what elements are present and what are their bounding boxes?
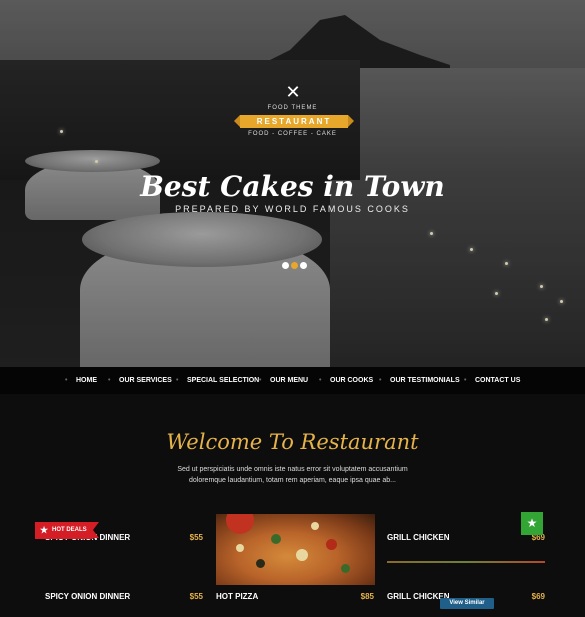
- menu-item-name: HOT PIZZA: [216, 592, 259, 601]
- nav-item-our-cooks[interactable]: OUR COOKS: [319, 367, 373, 394]
- nav-item-special-selection[interactable]: SPECIAL SELECTION: [176, 367, 259, 394]
- food-theme-label: FOOD THEME: [267, 105, 318, 111]
- hero-subtitle: PREPARED BY WORLD FAMOUS COOKS: [175, 204, 410, 214]
- nav-item-home[interactable]: HOME: [65, 367, 97, 394]
- hero-title: Best Cakes in Town: [140, 170, 445, 203]
- slider-dots: [282, 262, 312, 270]
- welcome-title: Welcome To Restaurant: [166, 430, 419, 454]
- pizza-image[interactable]: [216, 514, 375, 585]
- slider-dot[interactable]: [300, 262, 307, 269]
- pizza-topping: [341, 564, 350, 573]
- menu-item-price: $85: [360, 592, 374, 601]
- nav-item-our-testimonials[interactable]: OUR TESTIMONIALS: [379, 367, 460, 394]
- nav-item-our-services[interactable]: OUR SERVICES: [108, 367, 172, 394]
- menu-item[interactable]: SPICY ONION DINNER $55: [45, 592, 203, 604]
- hot-deals-label: HOT DEALS: [52, 527, 87, 533]
- pizza-topping: [226, 514, 254, 534]
- pizza-topping: [236, 544, 244, 552]
- pizza-topping: [256, 559, 265, 568]
- rating-bar: [387, 561, 545, 563]
- star-icon: ★: [40, 525, 49, 535]
- nav-item-our-menu[interactable]: OUR MENU: [259, 367, 308, 394]
- crossed-utensils-icon: ✕: [285, 82, 301, 102]
- menu-item[interactable]: HOT PIZZA $85: [216, 592, 374, 604]
- menu-item-price: $55: [189, 533, 203, 542]
- pizza-topping: [326, 539, 337, 550]
- nav-item-contact-us[interactable]: CONTACT US: [464, 367, 520, 394]
- hero-banner: ✕ FOOD THEME RESTAURANT FOOD - COFFEE - …: [0, 0, 585, 367]
- slider-dot[interactable]: [282, 262, 289, 269]
- main-nav: HOME OUR SERVICES SPECIAL SELECTION OUR …: [0, 367, 585, 394]
- view-similar-button[interactable]: View Similar: [440, 598, 494, 609]
- menu-item-price: $69: [531, 592, 545, 601]
- pizza-topping: [296, 549, 308, 561]
- star-icon[interactable]: ★: [521, 512, 543, 535]
- pizza-topping: [311, 522, 319, 530]
- slider-dot-active[interactable]: [291, 262, 298, 269]
- menu-item-name: GRILL CHICKEN: [387, 533, 450, 542]
- menu-item-price: $55: [189, 592, 203, 601]
- pizza-topping: [271, 534, 281, 544]
- menu-item-name: SPICY ONION DINNER: [45, 592, 131, 601]
- rating-bar-fill: [387, 561, 545, 563]
- brand-ribbon[interactable]: RESTAURANT: [234, 115, 354, 128]
- brand-tagline: FOOD - COFFEE - CAKE: [248, 131, 337, 137]
- welcome-text: Sed ut perspiciatis unde omnis iste natu…: [177, 466, 408, 484]
- hot-deals-badge[interactable]: ★ HOT DEALS: [35, 522, 99, 539]
